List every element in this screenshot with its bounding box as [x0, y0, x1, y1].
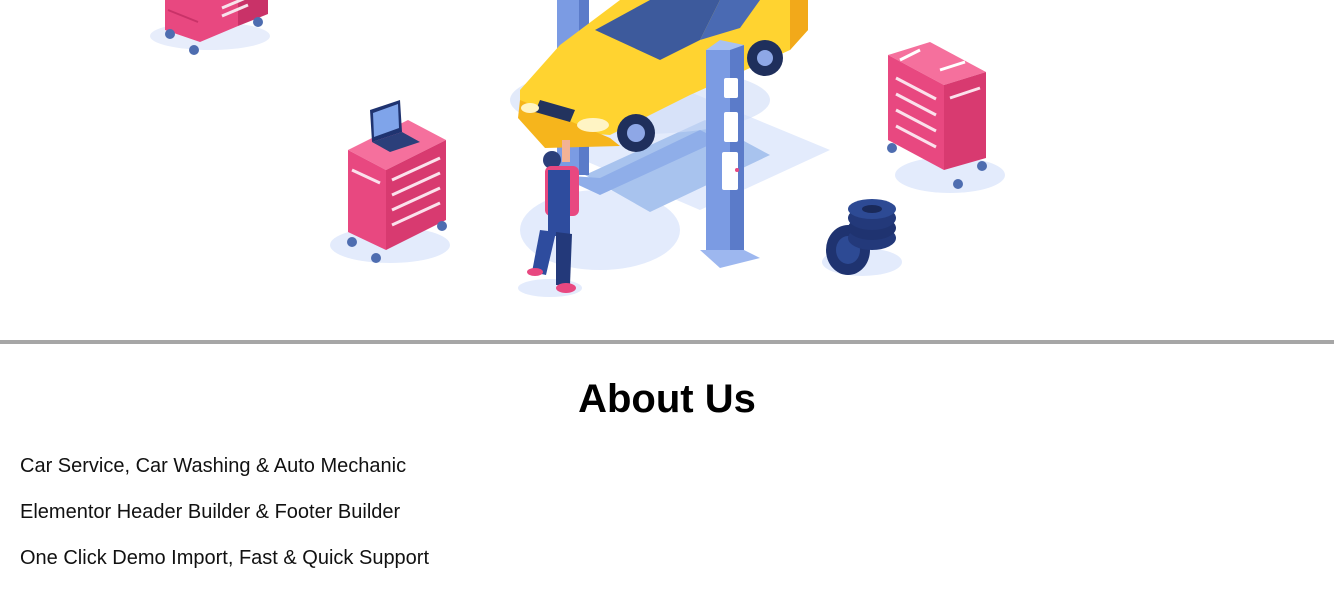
feature-list: Car Service, Car Washing & Auto Mechanic… [20, 454, 429, 592]
tool-cabinet-top-left [150, 0, 270, 55]
about-section: About Us Car Service, Car Washing & Auto… [0, 344, 1334, 598]
feature-item: Elementor Header Builder & Footer Builde… [20, 501, 401, 523]
tool-cabinet-right [887, 42, 1005, 193]
about-title: About Us [578, 377, 756, 421]
hero-illustration [0, 0, 1334, 340]
tool-cabinet-left [330, 100, 450, 263]
tire-stack [822, 199, 902, 276]
feature-item: Car Service, Car Washing & Auto Mechanic [20, 455, 407, 477]
feature-item: One Click Demo Import, Fast & Quick Supp… [20, 547, 430, 569]
